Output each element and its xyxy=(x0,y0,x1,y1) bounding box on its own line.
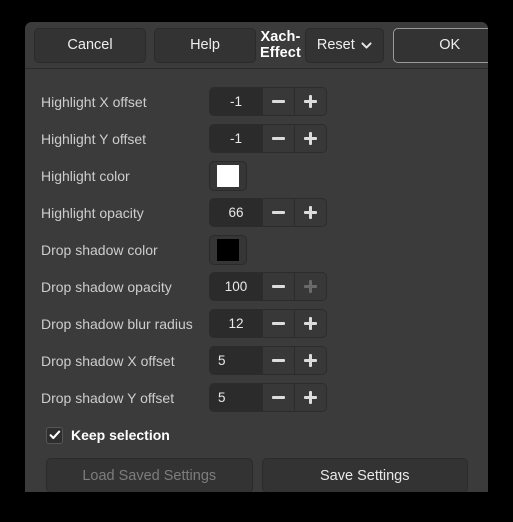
spinner-control: 5 xyxy=(209,383,327,412)
plus-icon[interactable] xyxy=(294,125,326,152)
spinner-control: 100 xyxy=(209,272,327,301)
minus-icon[interactable] xyxy=(262,88,294,115)
plus-icon[interactable] xyxy=(294,88,326,115)
help-button-label: Help xyxy=(190,37,220,53)
setting-row: Drop shadow Y offset 5 xyxy=(41,379,472,416)
setting-label: Highlight Y offset xyxy=(41,130,147,147)
keep-selection-label: Keep selection xyxy=(71,427,170,443)
plus-icon[interactable] xyxy=(294,199,326,226)
reset-dropdown-button[interactable]: Reset xyxy=(304,27,384,63)
spinner-value-input[interactable]: -1 xyxy=(210,125,262,152)
color-swatch-button[interactable] xyxy=(209,234,247,265)
minus-icon[interactable] xyxy=(262,273,294,300)
ok-button-label: OK xyxy=(439,37,461,53)
setting-row: Highlight Y offset -1 xyxy=(41,120,472,157)
dialog-title: Xach-Effect xyxy=(260,29,301,61)
color-swatch-button[interactable] xyxy=(209,160,247,191)
spinner-value-input[interactable]: 66 xyxy=(210,199,262,226)
spinner-control: -1 xyxy=(209,87,327,116)
spinner-control: 12 xyxy=(209,309,327,338)
save-settings-button[interactable]: Save Settings xyxy=(261,458,468,492)
setting-label: Drop shadow blur radius xyxy=(41,315,193,332)
reset-button-label: Reset xyxy=(316,37,355,53)
setting-row: Drop shadow opacity 100 xyxy=(41,268,472,305)
xach-effect-dialog: Cancel Help Xach-Effect Reset OK Highlig… xyxy=(25,22,488,492)
cancel-button-label: Cancel xyxy=(67,37,113,53)
plus-icon[interactable] xyxy=(294,384,326,411)
setting-label: Drop shadow opacity xyxy=(41,278,172,295)
spinner-value-input[interactable]: 5 xyxy=(210,347,262,374)
minus-icon[interactable] xyxy=(262,199,294,226)
setting-row: Highlight opacity 66 xyxy=(41,194,472,231)
minus-icon[interactable] xyxy=(262,310,294,337)
spinner-control: -1 xyxy=(209,124,327,153)
minus-icon[interactable] xyxy=(262,384,294,411)
setting-row: Drop shadow blur radius 12 xyxy=(41,305,472,342)
keep-selection-checkbox[interactable]: Keep selection xyxy=(46,419,170,451)
spinner-value-input[interactable]: 12 xyxy=(210,310,262,337)
setting-label: Highlight X offset xyxy=(41,93,147,110)
help-button[interactable]: Help xyxy=(154,27,256,63)
settings-form: Highlight X offset -1 Highlight Y offset -1… xyxy=(25,69,488,492)
setting-row: Drop shadow color xyxy=(41,231,472,268)
spinner-control: 5 xyxy=(209,346,327,375)
load-saved-settings-label: Load Saved Settings xyxy=(82,467,217,484)
save-settings-label: Save Settings xyxy=(320,467,410,484)
cancel-button[interactable]: Cancel xyxy=(34,27,146,63)
settings-footer: Load Saved Settings Save Settings xyxy=(41,458,472,492)
chevron-down-icon xyxy=(361,40,372,51)
setting-row: Highlight X offset -1 xyxy=(41,83,472,120)
spinner-control: 66 xyxy=(209,198,327,227)
color-swatch xyxy=(217,164,239,187)
setting-label: Drop shadow Y offset xyxy=(41,389,175,406)
minus-icon[interactable] xyxy=(262,125,294,152)
dialog-header-bar: Cancel Help Xach-Effect Reset OK xyxy=(25,22,488,69)
color-swatch xyxy=(217,238,239,261)
setting-row: Drop shadow X offset 5 xyxy=(41,342,472,379)
load-saved-settings-button[interactable]: Load Saved Settings xyxy=(46,458,253,492)
setting-label: Highlight color xyxy=(41,167,130,184)
ok-button[interactable]: OK xyxy=(392,27,488,63)
minus-icon[interactable] xyxy=(262,347,294,374)
setting-label: Drop shadow X offset xyxy=(41,352,175,369)
plus-icon[interactable] xyxy=(294,347,326,374)
setting-label: Drop shadow color xyxy=(41,241,158,258)
check-icon xyxy=(46,426,63,444)
plus-icon xyxy=(294,273,326,300)
setting-row: Highlight color xyxy=(41,157,472,194)
spinner-value-input[interactable]: 5 xyxy=(210,384,262,411)
setting-label: Highlight opacity xyxy=(41,204,144,221)
spinner-value-input[interactable]: 100 xyxy=(210,273,262,300)
spinner-value-input[interactable]: -1 xyxy=(210,88,262,115)
plus-icon[interactable] xyxy=(294,310,326,337)
